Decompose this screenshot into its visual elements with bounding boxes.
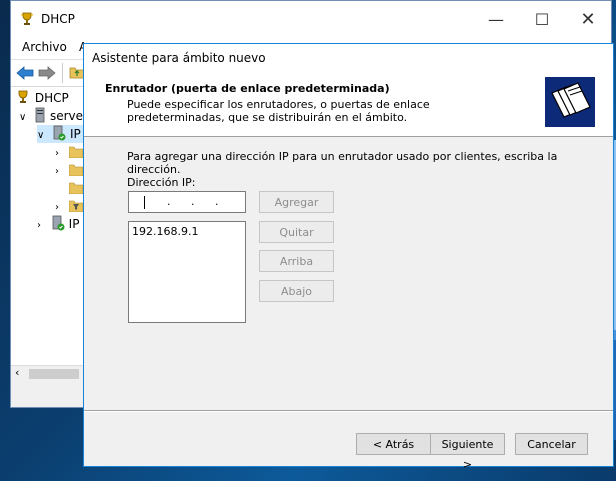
chevron-right-icon[interactable]: › bbox=[55, 148, 59, 159]
maximize-button[interactable]: ☐ bbox=[519, 1, 565, 39]
folder-icon bbox=[68, 146, 84, 159]
tree-item-ipv4[interactable]: ∨ IP bbox=[37, 125, 84, 143]
page-heading: Enrutador (puerta de enlace predetermina… bbox=[105, 82, 390, 95]
filter-folder-icon bbox=[68, 200, 84, 213]
dhcp-trophy-icon bbox=[21, 12, 33, 25]
remove-button[interactable]: Quitar bbox=[259, 221, 334, 243]
back-button[interactable]: < Atrás bbox=[356, 433, 431, 455]
next-button[interactable]: Siguiente > bbox=[430, 433, 505, 471]
cancel-button[interactable]: Cancelar bbox=[515, 433, 588, 455]
forward-arrow-icon[interactable] bbox=[38, 65, 56, 81]
close-button[interactable]: ✕ bbox=[565, 1, 611, 39]
wizard-folders-icon bbox=[545, 77, 595, 127]
console-tree: DHCP ∨ serve ∨ IP › › › › IP bbox=[11, 87, 85, 377]
ip-octet-separator: . bbox=[215, 195, 219, 208]
window-title: DHCP bbox=[41, 12, 75, 26]
tree-item-folder-3[interactable] bbox=[68, 179, 84, 197]
text-caret bbox=[144, 196, 145, 209]
ip-address-label: Dirección IP: bbox=[127, 176, 196, 189]
ip-octet-separator: . bbox=[191, 195, 195, 208]
folder-icon bbox=[68, 164, 84, 177]
footer-separator bbox=[84, 410, 613, 412]
minimize-button[interactable]: — bbox=[473, 1, 519, 39]
tree-item-ipv6[interactable]: › IP bbox=[37, 215, 79, 233]
wizard-body: Para agregar una dirección IP para un en… bbox=[84, 137, 613, 417]
scroll-left-arrow-icon[interactable]: ‹ bbox=[15, 366, 19, 379]
wizard-header: Enrutador (puerta de enlace predetermina… bbox=[84, 72, 613, 137]
chevron-right-icon[interactable]: › bbox=[55, 166, 59, 177]
tree-horizontal-scrollbar[interactable]: ‹ bbox=[11, 365, 84, 382]
back-arrow-icon[interactable] bbox=[16, 65, 34, 81]
move-up-button[interactable]: Arriba bbox=[259, 250, 334, 272]
tree-item-folder-1[interactable]: › bbox=[55, 143, 84, 161]
folder-icon bbox=[68, 182, 84, 195]
toolbar-separator bbox=[62, 63, 63, 83]
tree-item-filters[interactable]: › bbox=[55, 197, 84, 215]
tree-label-dhcp: DHCP bbox=[34, 91, 69, 105]
chevron-right-icon[interactable]: › bbox=[37, 220, 41, 231]
router-list[interactable]: 192.168.9.1 bbox=[128, 221, 246, 323]
chevron-right-icon[interactable]: › bbox=[55, 202, 59, 213]
wizard-title-bar: Asistente para ámbito nuevo bbox=[84, 44, 613, 72]
add-button[interactable]: Agregar bbox=[259, 191, 334, 213]
chevron-down-icon[interactable]: ∨ bbox=[19, 112, 26, 123]
move-down-button[interactable]: Abajo bbox=[259, 280, 334, 302]
ipv4-server-icon bbox=[53, 125, 66, 141]
wizard-title: Asistente para ámbito nuevo bbox=[92, 51, 266, 65]
list-item[interactable]: 192.168.9.1 bbox=[132, 225, 198, 238]
menu-archivo[interactable]: Archivo bbox=[22, 40, 67, 54]
scrollbar-thumb[interactable] bbox=[29, 369, 79, 379]
tree-label-ipv4: IP bbox=[69, 127, 81, 141]
tree-item-server[interactable]: ∨ serve bbox=[19, 107, 83, 125]
dhcp-title-bar: DHCP — ☐ ✕ bbox=[11, 1, 611, 39]
server-icon bbox=[35, 107, 45, 123]
dhcp-trophy-icon bbox=[18, 90, 28, 103]
chevron-down-icon[interactable]: ∨ bbox=[37, 130, 44, 141]
ip-address-input[interactable]: . . . bbox=[128, 191, 246, 213]
ipv6-server-icon bbox=[52, 215, 65, 231]
instruction-text: Para agregar una dirección IP para un en… bbox=[127, 150, 558, 176]
ip-octet-separator: . bbox=[167, 195, 171, 208]
page-subheading: Puede especificar los enrutadores, o pue… bbox=[127, 98, 430, 124]
tree-item-dhcp[interactable]: DHCP bbox=[15, 89, 69, 107]
tree-label-ipv6: IP bbox=[68, 217, 80, 231]
tree-label-server: serve bbox=[49, 109, 84, 123]
tree-item-folder-2[interactable]: › bbox=[55, 161, 84, 179]
new-scope-wizard-dialog: Asistente para ámbito nuevo Enrutador (p… bbox=[83, 43, 614, 471]
